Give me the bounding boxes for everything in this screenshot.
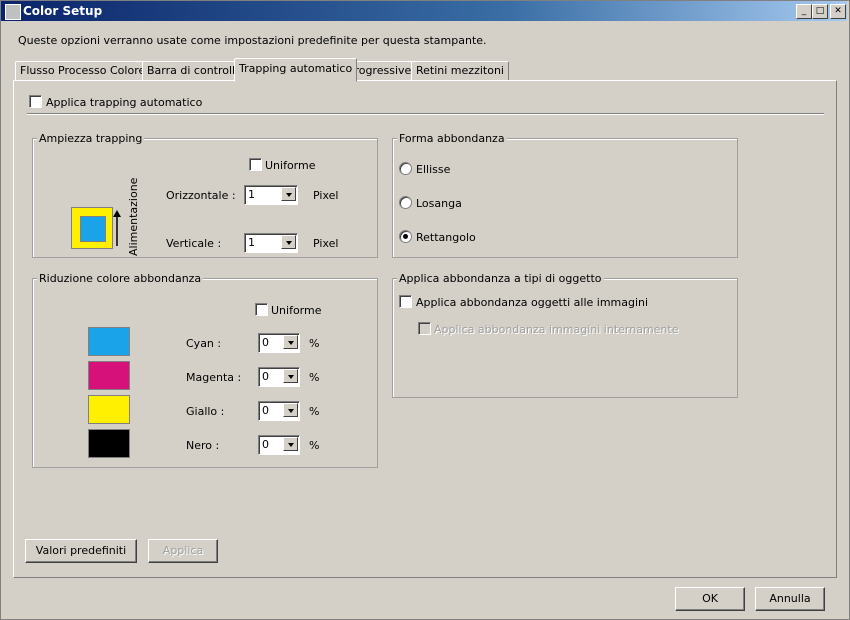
feed-arrow-icon xyxy=(113,210,121,246)
cyan-unit: % xyxy=(309,337,320,350)
magenta-swatch xyxy=(88,361,130,390)
vertical-select[interactable]: 1 xyxy=(244,233,298,253)
horizontal-dropdown-arrow-icon[interactable] xyxy=(281,187,296,201)
nero-value: 0 xyxy=(262,438,269,451)
maximize-button[interactable]: □ xyxy=(812,4,828,19)
magenta-value: 0 xyxy=(262,370,269,383)
horizontal-value: 1 xyxy=(248,188,255,201)
vertical-dropdown-arrow-icon[interactable] xyxy=(281,235,296,249)
trap-internal-checkbox[interactable] xyxy=(418,322,431,335)
magenta-label: Magenta : xyxy=(186,371,242,384)
minimize-button[interactable]: _ xyxy=(796,4,812,19)
nero-unit: % xyxy=(309,439,320,452)
tab-retini-mezzitoni[interactable]: Retini mezzitoni xyxy=(411,61,509,81)
apply-button[interactable]: Applica xyxy=(148,539,218,563)
description-text: Queste opzioni verranno usate come impos… xyxy=(18,34,487,47)
object-types-title: Applica abbondanza a tipi di oggetto xyxy=(397,272,604,285)
cyan-select[interactable]: 0 xyxy=(258,333,300,353)
cyan-dropdown-arrow-icon[interactable] xyxy=(283,335,298,349)
trap-preview-inner xyxy=(80,216,106,242)
giallo-value: 0 xyxy=(262,404,269,417)
nero-label: Nero : xyxy=(186,439,220,452)
cyan-label: Cyan : xyxy=(186,337,222,350)
nero-dropdown-arrow-icon[interactable] xyxy=(283,437,298,451)
trap-images-label: Applica abbondanza oggetti alle immagini xyxy=(416,296,649,309)
app-icon xyxy=(5,4,21,20)
cancel-button[interactable]: Annulla xyxy=(755,587,825,611)
horizontal-label: Orizzontale : xyxy=(166,189,236,202)
auto-trap-label: Applica trapping automatico xyxy=(46,96,203,109)
vertical-label: Verticale : xyxy=(166,237,222,250)
tab-trapping-automatico[interactable]: Trapping automatico xyxy=(234,58,358,82)
giallo-label: Giallo : xyxy=(186,405,225,418)
shape-rettangolo-label: Rettangolo xyxy=(416,231,476,244)
window-title: Color Setup xyxy=(23,4,103,18)
shape-losanga-label: Losanga xyxy=(416,197,462,210)
cyan-swatch xyxy=(88,327,130,356)
separator xyxy=(27,113,824,115)
trap-width-uniform-label: Uniforme xyxy=(265,159,316,172)
nero-swatch xyxy=(88,429,130,458)
shape-rettangolo-radio[interactable] xyxy=(399,230,412,243)
tab-flusso-processo-colore[interactable]: Flusso Processo Colore xyxy=(15,61,151,81)
title-bar[interactable]: Color Setup _ □ ✕ xyxy=(1,1,847,21)
horizontal-select[interactable]: 1 xyxy=(244,185,298,205)
shape-losanga-radio[interactable] xyxy=(399,196,412,209)
shape-ellisse-label: Ellisse xyxy=(416,163,451,176)
magenta-select[interactable]: 0 xyxy=(258,367,300,387)
trap-shape-title: Forma abbondanza xyxy=(397,132,507,145)
auto-trap-checkbox[interactable] xyxy=(29,95,42,108)
trap-internal-label: Applica abbondanza immagini internamente xyxy=(434,323,679,336)
shape-ellisse-radio[interactable] xyxy=(399,162,412,175)
color-reduction-uniform-label: Uniforme xyxy=(271,304,322,317)
color-reduction-title: Riduzione colore abbondanza xyxy=(37,272,204,285)
close-button[interactable]: ✕ xyxy=(830,4,846,19)
giallo-dropdown-arrow-icon[interactable] xyxy=(283,403,298,417)
tab-barra-di-controllo[interactable]: Barra di controllo xyxy=(142,61,247,81)
giallo-swatch xyxy=(88,395,130,424)
vertical-unit: Pixel xyxy=(313,237,339,250)
vertical-value: 1 xyxy=(248,236,255,249)
horizontal-unit: Pixel xyxy=(313,189,339,202)
color-reduction-uniform-checkbox[interactable] xyxy=(255,303,268,316)
trap-images-checkbox[interactable] xyxy=(399,295,412,308)
cyan-value: 0 xyxy=(262,336,269,349)
feed-label: Alimentazione xyxy=(127,177,140,256)
giallo-unit: % xyxy=(309,405,320,418)
ok-button[interactable]: OK xyxy=(675,587,745,611)
trap-preview-outer xyxy=(71,207,113,249)
defaults-button[interactable]: Valori predefiniti xyxy=(25,539,137,563)
giallo-select[interactable]: 0 xyxy=(258,401,300,421)
nero-select[interactable]: 0 xyxy=(258,435,300,455)
magenta-unit: % xyxy=(309,371,320,384)
magenta-dropdown-arrow-icon[interactable] xyxy=(283,369,298,383)
trap-width-title: Ampiezza trapping xyxy=(37,132,145,145)
trap-width-uniform-checkbox[interactable] xyxy=(249,158,262,171)
